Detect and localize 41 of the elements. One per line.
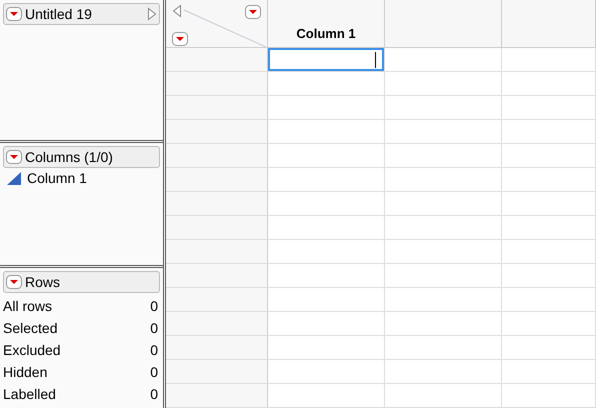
triangle-icon: [7, 172, 21, 184]
column-item[interactable]: Column 1: [27, 168, 87, 188]
row-header[interactable]: [166, 216, 268, 239]
column-header[interactable]: Column 1: [268, 0, 385, 47]
panel-title: Columns (1/0): [25, 148, 114, 167]
panel-title: Rows: [25, 272, 62, 292]
dropdown-icon[interactable]: [6, 150, 22, 164]
expand-icon[interactable]: [147, 7, 157, 21]
column-header[interactable]: [502, 0, 596, 47]
row-stat-label: Selected: [3, 318, 58, 338]
panel-header[interactable]: Columns (1/0): [3, 146, 160, 168]
row-header[interactable]: [166, 312, 268, 335]
row-header[interactable]: [166, 192, 268, 215]
row-header[interactable]: [166, 336, 268, 359]
dropdown-icon[interactable]: [6, 275, 22, 289]
panel-header[interactable]: Untitled 19: [3, 3, 160, 25]
dropdown-icon[interactable]: [172, 32, 188, 46]
row-stat-value: 0: [150, 318, 158, 338]
dropdown-icon[interactable]: [245, 5, 261, 19]
row-stat-value: 0: [150, 384, 158, 404]
row-stat-label: Excluded: [3, 340, 61, 360]
row-header[interactable]: [166, 288, 268, 311]
row-header[interactable]: [166, 264, 268, 287]
collapse-icon[interactable]: [172, 4, 182, 18]
row-header[interactable]: [166, 384, 268, 407]
dropdown-icon[interactable]: [6, 7, 22, 21]
row-header[interactable]: [166, 168, 268, 191]
row-header[interactable]: [166, 360, 268, 383]
panel-title: Untitled 19: [25, 4, 93, 24]
row-stat-label: Hidden: [3, 362, 48, 382]
panel-header[interactable]: Rows: [3, 271, 160, 293]
row-stat-value: 0: [150, 296, 158, 316]
row-stat-value: 0: [150, 362, 158, 382]
row-header[interactable]: [166, 96, 268, 119]
row-stat-value: 0: [150, 340, 158, 360]
row-header[interactable]: [166, 120, 268, 143]
row-header[interactable]: [166, 240, 268, 263]
row-stat-label: All rows: [3, 296, 52, 316]
text-cursor: [375, 52, 376, 68]
row-header[interactable]: [166, 144, 268, 167]
row-stat-label: Labelled: [3, 384, 56, 404]
